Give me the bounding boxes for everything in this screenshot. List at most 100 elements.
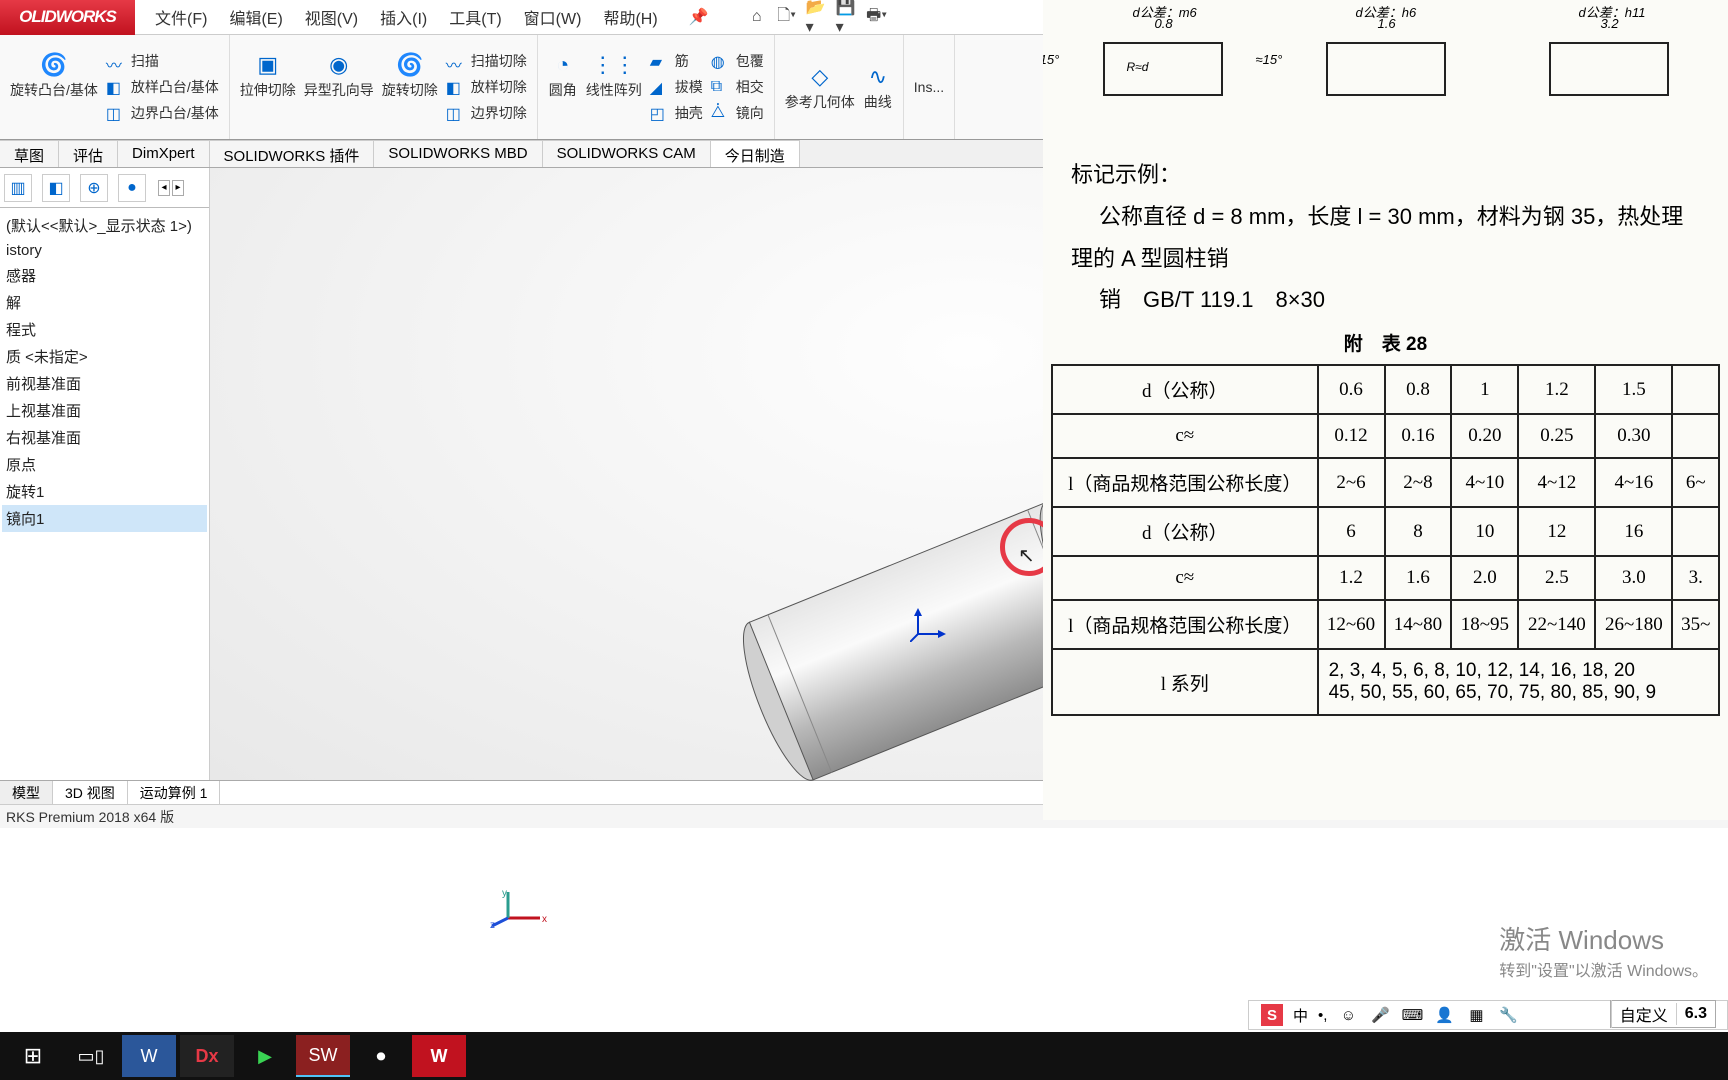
spec-table: d（公称）0.60.811.21.5 c≈0.120.160.200.250.3… [1051, 364, 1720, 716]
tree-item[interactable]: istory [2, 239, 207, 262]
tab-mbd[interactable]: SOLIDWORKS MBD [374, 140, 542, 167]
tab-cam[interactable]: SOLIDWORKS CAM [543, 140, 711, 167]
fig-type-a: d公差：m6 0.8 ≈15° R≈d [1063, 4, 1263, 134]
intersect-button[interactable]: ⧉相交 [711, 77, 764, 97]
tree-item[interactable]: 感器 [2, 262, 207, 289]
boundary-button[interactable]: ◫边界凸台/基体 [106, 103, 219, 123]
linear-pattern-button[interactable]: ⋮⋮线性阵列 [586, 51, 642, 123]
print-icon[interactable]: 🖶▾ [866, 6, 888, 28]
tree-item[interactable]: 解 [2, 289, 207, 316]
taskbar-solidworks-icon[interactable]: SW [296, 1035, 350, 1077]
tree-tab-config-icon[interactable]: ⊕ [80, 174, 108, 202]
tree-item[interactable]: 旋转1 [2, 478, 207, 505]
menu-window[interactable]: 窗口(W) [514, 1, 592, 33]
ime-tool-icon[interactable]: 🔧 [1497, 1004, 1519, 1026]
menu-insert[interactable]: 插入(I) [370, 1, 437, 33]
menu-tools[interactable]: 工具(T) [439, 1, 511, 33]
pin-icon[interactable]: 📌 [688, 6, 710, 28]
menu-bar: 文件(F) 编辑(E) 视图(V) 插入(I) 工具(T) 窗口(W) 帮助(H… [145, 1, 668, 33]
wrap-button[interactable]: ◍包覆 [711, 51, 764, 71]
ref-line2: 理的 A 型圆柱销 [1071, 238, 1720, 280]
home-icon[interactable]: ⌂ [746, 6, 768, 28]
tab-evaluate[interactable]: 评估 [59, 140, 118, 167]
menu-file[interactable]: 文件(F) [145, 1, 217, 33]
feature-tree-panel: ▥ ◧ ⊕ ● ◂▸ (默认<<默认>_显示状态 1>) istory 感器 解… [0, 168, 210, 780]
fig-type-c: d公差：h11 3.2 [1509, 4, 1709, 134]
tree-nav-left-icon[interactable]: ◂ [158, 180, 170, 196]
ime-mic-icon[interactable]: 🎤 [1369, 1004, 1391, 1026]
tree-item-selected[interactable]: 镜向1 [2, 505, 207, 532]
ime-person-icon[interactable]: 👤 [1433, 1004, 1455, 1026]
curves-button[interactable]: ∿曲线 [863, 63, 893, 112]
ime-grid-icon[interactable]: ▦ [1465, 1004, 1487, 1026]
ref-line1: 公称直径 d = 8 mm，长度 l = 30 mm，材料为钢 35，热处理 [1071, 196, 1720, 238]
svg-text:y: y [502, 888, 507, 899]
taskbar-word-icon[interactable]: W [122, 1035, 176, 1077]
reference-document: d公差：m6 0.8 ≈15° R≈d d公差：h6 1.6 ≈15° d公差：… [1043, 0, 1728, 820]
tab-today[interactable]: 今日制造 [711, 140, 800, 167]
open-icon[interactable]: 📂▾ [806, 6, 828, 28]
hole-wizard-button[interactable]: ◉异型孔向导 [304, 51, 374, 123]
tree-config[interactable]: (默认<<默认>_显示状态 1>) [2, 212, 207, 239]
draft-button[interactable]: ◢拔模 [650, 77, 703, 97]
save-icon[interactable]: 💾▾ [836, 6, 858, 28]
custom-value: 6.3 [1676, 1003, 1715, 1025]
instant-button[interactable]: Ins... [914, 79, 944, 95]
custom-label[interactable]: 自定义 [1611, 1000, 1676, 1028]
loft-button[interactable]: ◧放样凸台/基体 [106, 77, 219, 97]
tree-item[interactable]: 程式 [2, 316, 207, 343]
btab-motion[interactable]: 运动算例 1 [128, 781, 221, 804]
tab-plugins[interactable]: SOLIDWORKS 插件 [210, 140, 375, 167]
revolve-label: 旋转凸台/基体 [10, 80, 98, 100]
loft-cut-button[interactable]: ◧放样切除 [446, 77, 527, 97]
ime-keyboard-icon[interactable]: ⌨ [1401, 1004, 1423, 1026]
fillet-button[interactable]: ◔圆角 [548, 51, 578, 123]
sweep-button[interactable]: 〰扫描 [106, 51, 219, 71]
btab-model[interactable]: 模型 [0, 781, 53, 804]
tree-tab-feature-icon[interactable]: ▥ [4, 174, 32, 202]
tree-item[interactable]: 原点 [2, 451, 207, 478]
ref-geom-button[interactable]: ◇参考几何体 [785, 63, 855, 112]
menu-edit[interactable]: 编辑(E) [219, 1, 292, 33]
taskbar-dx-icon[interactable]: Dx [180, 1035, 234, 1077]
mirror-button[interactable]: ⧊镜向 [711, 103, 764, 123]
sweep-cut-button[interactable]: 〰扫描切除 [446, 51, 527, 71]
rib-button[interactable]: ▰筋 [650, 51, 703, 71]
sogou-icon[interactable]: S [1261, 1004, 1283, 1026]
taskbar-wps-icon[interactable]: W [412, 1035, 466, 1077]
revolve-boss-button[interactable]: 🌀旋转凸台/基体 [10, 51, 98, 123]
tree-nav-right-icon[interactable]: ▸ [172, 180, 184, 196]
svg-text:x: x [542, 914, 547, 925]
ref-line3: 销 GB/T 119.1 8×30 [1071, 279, 1720, 321]
ime-lang[interactable]: 中 [1293, 1005, 1308, 1026]
tree-item[interactable]: 质 <未指定> [2, 343, 207, 370]
revolve-cut-button[interactable]: 🌀旋转切除 [382, 51, 438, 123]
app-logo: OLIDWORKS [0, 0, 135, 35]
tab-dimxpert[interactable]: DimXpert [118, 140, 210, 167]
shell-button[interactable]: ◰抽壳 [650, 103, 703, 123]
tree-tab-display-icon[interactable]: ● [118, 174, 146, 202]
windows-activation-watermark: 激活 Windows 转到"设置"以激活 Windows。 [1499, 920, 1708, 981]
task-view-icon[interactable]: ▭▯ [64, 1035, 118, 1077]
view-triad-icon: x y z [490, 888, 550, 928]
taskbar: ⊞ ▭▯ W Dx ▶ SW ⏺ W [0, 1032, 1728, 1080]
tab-sketch[interactable]: 草图 [0, 140, 59, 167]
taskbar-record-icon[interactable]: ⏺ [354, 1035, 408, 1077]
svg-text:z: z [490, 920, 495, 928]
taskbar-media-icon[interactable]: ▶ [238, 1035, 292, 1077]
feature-tree[interactable]: (默认<<默认>_显示状态 1>) istory 感器 解 程式 质 <未指定>… [0, 208, 209, 536]
ime-emoji-icon[interactable]: ☺ [1337, 1004, 1359, 1026]
cursor-icon: ↖ [1018, 543, 1035, 568]
origin-triad-icon [910, 608, 950, 647]
new-icon[interactable]: 🗋▾ [776, 6, 798, 28]
tree-item[interactable]: 右视基准面 [2, 424, 207, 451]
menu-view[interactable]: 视图(V) [295, 1, 368, 33]
tree-item[interactable]: 上视基准面 [2, 397, 207, 424]
btab-3dview[interactable]: 3D 视图 [53, 781, 128, 804]
boundary-cut-button[interactable]: ◫边界切除 [446, 103, 527, 123]
tree-item[interactable]: 前视基准面 [2, 370, 207, 397]
tree-tab-property-icon[interactable]: ◧ [42, 174, 70, 202]
extrude-cut-button[interactable]: ▣拉伸切除 [240, 51, 296, 123]
start-button[interactable]: ⊞ [6, 1035, 60, 1077]
menu-help[interactable]: 帮助(H) [593, 1, 667, 33]
